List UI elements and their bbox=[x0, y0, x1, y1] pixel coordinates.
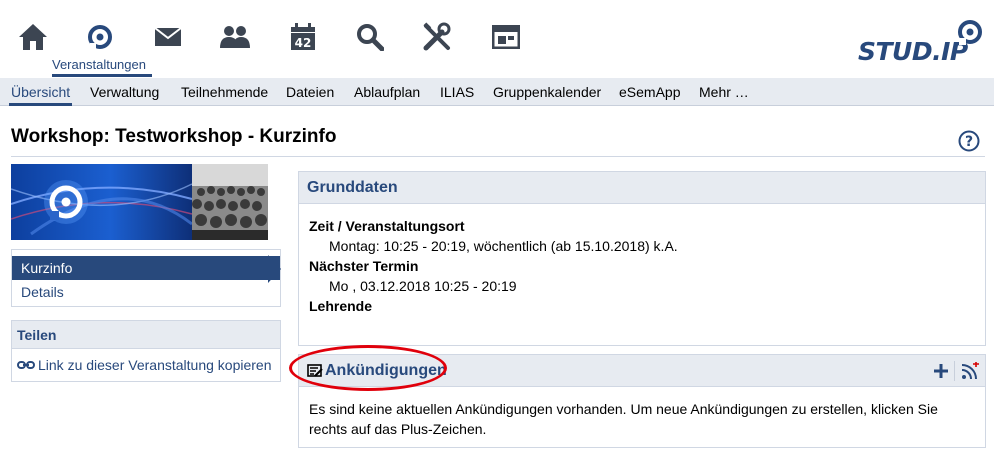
announcement-actions bbox=[934, 361, 979, 381]
tab-esemapp[interactable]: eSemApp bbox=[617, 78, 682, 106]
admin-icon[interactable] bbox=[489, 20, 523, 54]
tab-dateien[interactable]: Dateien bbox=[284, 78, 336, 106]
help-glyph: ? bbox=[965, 134, 973, 150]
sidebar-navigation: Kurzinfo Details bbox=[11, 249, 281, 307]
share-widget: Teilen Link zu dieser Veranstaltung kopi… bbox=[11, 320, 281, 382]
active-item-arrow bbox=[268, 255, 281, 283]
announcements-header: Ankündigungen bbox=[299, 355, 985, 387]
community-icon[interactable] bbox=[218, 20, 252, 54]
action-separator bbox=[954, 361, 955, 381]
rss-feed-icon[interactable] bbox=[961, 362, 979, 380]
calendar-day: 42 bbox=[295, 36, 312, 50]
nav-active-indicator bbox=[52, 74, 152, 77]
calendar-icon[interactable]: 42 bbox=[286, 20, 320, 54]
tab-ilias[interactable]: ILIAS bbox=[438, 78, 476, 106]
tab-ablaufplan[interactable]: Ablaufplan bbox=[352, 78, 422, 106]
copy-link-label: Link zu dieser Veranstaltung kopieren bbox=[38, 357, 272, 373]
termin-label: Nächster Termin bbox=[309, 258, 419, 274]
tab-uebersicht[interactable]: Übersicht bbox=[9, 78, 73, 106]
zeit-label: Zeit / Veranstaltungsort bbox=[309, 218, 465, 234]
home-icon[interactable] bbox=[16, 20, 50, 54]
tab-mehr[interactable]: Mehr … bbox=[697, 78, 751, 106]
announcements-title[interactable]: Ankündigungen bbox=[325, 355, 447, 387]
sidebar-banner bbox=[11, 164, 268, 240]
logo-mark-icon bbox=[958, 20, 982, 45]
lehrende-label: Lehrende bbox=[309, 298, 373, 314]
courses-icon[interactable] bbox=[83, 20, 117, 54]
copy-link-action[interactable]: Link zu dieser Veranstaltung kopieren bbox=[17, 357, 271, 373]
messages-icon[interactable] bbox=[151, 20, 185, 54]
announcements-panel: Ankündigungen Es sind keine aktuellen An… bbox=[298, 354, 986, 448]
search-icon[interactable] bbox=[353, 20, 387, 54]
sidebar-item-details[interactable]: Details bbox=[12, 280, 64, 304]
title-divider bbox=[11, 156, 985, 157]
top-navigation: 42 Veranstaltungen STUD.IP bbox=[0, 0, 994, 78]
tab-teilnehmende[interactable]: Teilnehmende bbox=[179, 78, 270, 106]
tab-gruppenkalender[interactable]: Gruppenkalender bbox=[491, 78, 603, 106]
help-icon[interactable]: ? bbox=[958, 130, 980, 152]
zeit-value: Montag: 10:25 - 20:19, wöchentlich (ab 1… bbox=[329, 238, 678, 254]
studip-logo[interactable]: STUD.IP bbox=[858, 18, 984, 66]
page-title: Workshop: Testworkshop - Kurzinfo bbox=[11, 126, 337, 147]
tools-icon[interactable] bbox=[420, 20, 454, 54]
announcement-icon bbox=[307, 363, 323, 377]
termin-value: Mo , 03.12.2018 10:25 - 20:19 bbox=[329, 278, 517, 294]
announcements-empty-message: Es sind keine aktuellen Ankündigungen vo… bbox=[309, 401, 938, 437]
sidebar-item-kurzinfo[interactable]: Kurzinfo bbox=[12, 256, 280, 280]
course-tab-bar: Übersicht Verwaltung Teilnehmende Dateie… bbox=[0, 78, 994, 106]
share-title: Teilen bbox=[12, 321, 280, 349]
grunddaten-panel: Grunddaten Zeit / Veranstaltungsort Mont… bbox=[298, 171, 986, 346]
tab-verwaltung[interactable]: Verwaltung bbox=[88, 78, 161, 106]
add-announcement-icon[interactable] bbox=[934, 364, 948, 378]
logo-text: STUD.IP bbox=[858, 37, 968, 66]
link-icon bbox=[17, 361, 35, 369]
grunddaten-title: Grunddaten bbox=[299, 172, 985, 204]
grunddaten-details: Zeit / Veranstaltungsort Montag: 10:25 -… bbox=[309, 216, 678, 316]
nav-label-courses[interactable]: Veranstaltungen bbox=[52, 57, 146, 72]
